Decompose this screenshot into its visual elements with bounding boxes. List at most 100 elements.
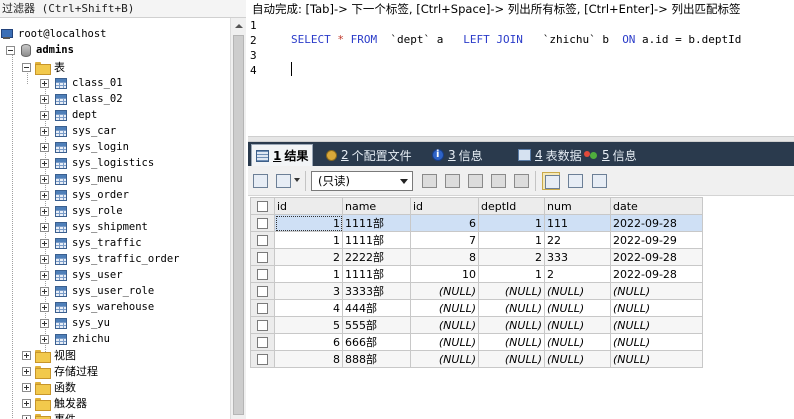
grid-cell[interactable]: 5 xyxy=(274,316,343,334)
grid-cell[interactable]: 888部 xyxy=(342,350,411,368)
grid-cell[interactable]: 2022-09-28 xyxy=(610,248,703,266)
tree-folder-item[interactable]: 触发器 xyxy=(22,395,87,411)
row-select-cell[interactable] xyxy=(250,316,275,334)
collapse-icon[interactable] xyxy=(22,62,31,72)
row-select-cell[interactable] xyxy=(250,214,275,232)
tree-table-item[interactable]: sys_user_role xyxy=(40,283,154,299)
tree-table-item[interactable]: zhichu xyxy=(40,331,110,347)
dropdown-arrow-icon[interactable] xyxy=(294,178,300,182)
row-select-cell[interactable] xyxy=(250,282,275,300)
grid-cell[interactable]: (NULL) xyxy=(610,350,703,368)
grid-cell[interactable]: 2022-09-28 xyxy=(610,265,703,283)
expand-icon[interactable] xyxy=(22,382,31,392)
table-row[interactable]: 8 888部 (NULL) (NULL) (NULL) (NULL) xyxy=(250,350,703,368)
grid-cell[interactable]: 10 xyxy=(410,265,479,283)
grid-cell[interactable]: (NULL) xyxy=(544,350,611,368)
tree-server[interactable]: root@localhost xyxy=(0,26,107,42)
grid-cell[interactable]: 2 xyxy=(544,265,611,283)
grid-cell[interactable]: 6 xyxy=(410,214,479,232)
tree-table-item[interactable]: sys_yu xyxy=(40,315,110,331)
checkbox[interactable] xyxy=(257,218,268,229)
grid-cell[interactable]: 2022-09-28 xyxy=(610,214,703,232)
sql-statement[interactable]: SELECT * FROM `dept` a LEFT JOIN `zhichu… xyxy=(291,33,741,46)
expand-icon[interactable] xyxy=(40,222,49,232)
select-all-cell[interactable] xyxy=(250,197,275,215)
expand-icon[interactable] xyxy=(40,78,49,88)
grid-cell[interactable]: 3 xyxy=(274,282,343,300)
expand-icon[interactable] xyxy=(22,350,31,360)
expand-icon[interactable] xyxy=(40,302,49,312)
tree-folder-item[interactable]: 视图 xyxy=(22,347,76,363)
grid-cell[interactable]: 1111部 xyxy=(342,265,411,283)
expand-icon[interactable] xyxy=(40,142,49,152)
grid-cell[interactable]: (NULL) xyxy=(478,333,545,351)
expand-icon[interactable] xyxy=(40,334,49,344)
tree-folder-item[interactable]: 存储过程 xyxy=(22,363,98,379)
grid-cell[interactable]: 3333部 xyxy=(342,282,411,300)
text-view-icon[interactable] xyxy=(590,172,608,190)
tree-database[interactable]: admins xyxy=(6,42,74,58)
table-row[interactable]: 1 1111部 10 1 2 2022-09-28 xyxy=(250,265,703,283)
grid-cell[interactable]: (NULL) xyxy=(544,333,611,351)
checkbox[interactable] xyxy=(257,303,268,314)
grid-cell[interactable]: 8 xyxy=(274,350,343,368)
checkbox[interactable] xyxy=(257,354,268,365)
tab-info[interactable]: 3 信息 xyxy=(428,144,487,166)
grid-cell[interactable]: 4 xyxy=(274,299,343,317)
tree-table-item[interactable]: sys_order xyxy=(40,187,129,203)
column-header[interactable]: date xyxy=(610,197,703,215)
table-row[interactable]: 3 3333部 (NULL) (NULL) (NULL) (NULL) xyxy=(250,282,703,300)
table-row[interactable]: 5 555部 (NULL) (NULL) (NULL) (NULL) xyxy=(250,316,703,334)
expand-icon[interactable] xyxy=(40,206,49,216)
tree-table-item[interactable]: sys_login xyxy=(40,139,129,155)
grid-cell[interactable]: 333 xyxy=(544,248,611,266)
row-select-cell[interactable] xyxy=(250,265,275,283)
grid-cell[interactable]: 2 xyxy=(478,248,545,266)
tree-tables-folder[interactable]: 表 xyxy=(22,59,65,75)
checkbox[interactable] xyxy=(257,201,268,212)
grid-cell[interactable]: 6 xyxy=(274,333,343,351)
checkbox[interactable] xyxy=(257,337,268,348)
grid-cell[interactable]: 2022-09-29 xyxy=(610,231,703,249)
column-header[interactable]: num xyxy=(544,197,611,215)
tree-table-item[interactable]: sys_traffic_order xyxy=(40,251,179,267)
delete-icon[interactable] xyxy=(489,172,507,190)
grid-cell[interactable]: 1111部 xyxy=(342,231,411,249)
grid-cell[interactable]: 1 xyxy=(274,265,343,283)
grid-cell[interactable]: (NULL) xyxy=(544,316,611,334)
tree-table-item[interactable]: sys_menu xyxy=(40,171,123,187)
tree-table-item[interactable]: sys_traffic xyxy=(40,235,142,251)
expand-icon[interactable] xyxy=(40,286,49,296)
scroll-thumb[interactable] xyxy=(233,35,244,415)
grid-cell[interactable]: 1 xyxy=(478,265,545,283)
grid-cell[interactable]: (NULL) xyxy=(478,299,545,317)
expand-icon[interactable] xyxy=(22,398,31,408)
row-select-cell[interactable] xyxy=(250,350,275,368)
grid-cell[interactable]: (NULL) xyxy=(544,282,611,300)
tree-table-item[interactable]: sys_role xyxy=(40,203,123,219)
insert-row-icon[interactable] xyxy=(420,172,438,190)
save-icon[interactable] xyxy=(466,172,484,190)
tree-table-item[interactable]: sys_logistics xyxy=(40,155,154,171)
grid-cell[interactable]: 111 xyxy=(544,214,611,232)
edit-mode-select[interactable]: (只读) xyxy=(311,171,413,191)
expand-icon[interactable] xyxy=(22,366,31,376)
tree-table-item[interactable]: sys_warehouse xyxy=(40,299,154,315)
expand-icon[interactable] xyxy=(40,94,49,104)
tree-table-item[interactable]: dept xyxy=(40,107,97,123)
column-header[interactable]: deptId xyxy=(478,197,545,215)
grid-cell[interactable]: 666部 xyxy=(342,333,411,351)
row-select-cell[interactable] xyxy=(250,231,275,249)
grid-view-icon[interactable] xyxy=(542,172,560,190)
tree-table-item[interactable]: sys_user xyxy=(40,267,123,283)
export-icon[interactable] xyxy=(251,172,269,190)
expand-icon[interactable] xyxy=(40,318,49,328)
table-row[interactable]: 4 444部 (NULL) (NULL) (NULL) (NULL) xyxy=(250,299,703,317)
tree-scrollbar[interactable] xyxy=(230,18,246,419)
expand-icon[interactable] xyxy=(40,126,49,136)
grid-cell[interactable]: 7 xyxy=(410,231,479,249)
row-select-cell[interactable] xyxy=(250,248,275,266)
row-select-cell[interactable] xyxy=(250,299,275,317)
checkbox[interactable] xyxy=(257,286,268,297)
grid-cell[interactable]: (NULL) xyxy=(610,282,703,300)
